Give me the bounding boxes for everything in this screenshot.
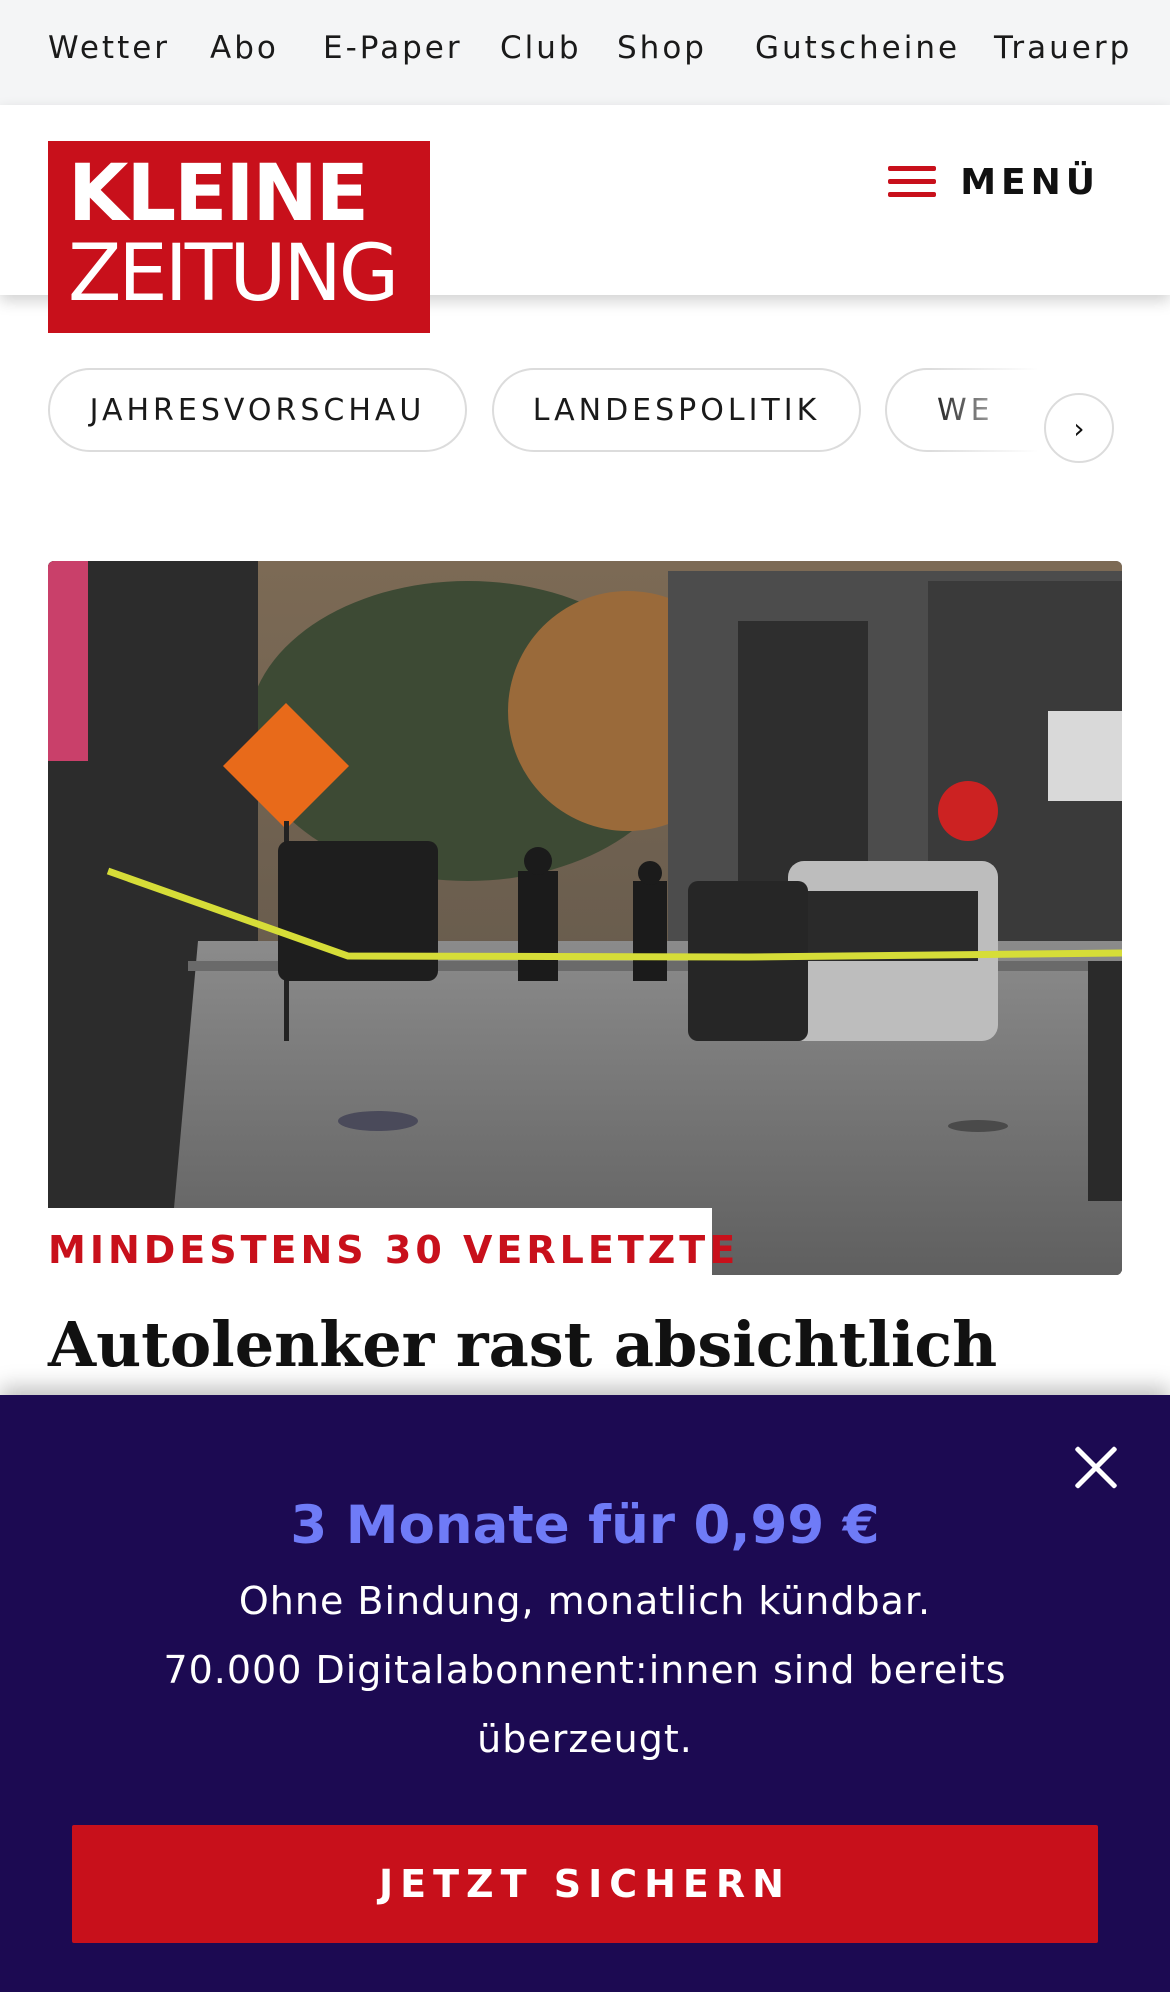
close-button[interactable] bbox=[1072, 1445, 1118, 1491]
topics-next-button[interactable]: › bbox=[1044, 393, 1114, 463]
site-logo[interactable]: KLEINE ZEITUNG bbox=[48, 141, 430, 333]
offer-line-3: überzeugt. bbox=[477, 1717, 693, 1761]
article-headline[interactable]: Autolenker rast absichtlich bbox=[48, 1308, 997, 1381]
service-link-shop[interactable]: Shop bbox=[617, 30, 707, 66]
menu-label: MENÜ bbox=[960, 161, 1100, 203]
chevron-right-icon: › bbox=[1073, 411, 1085, 445]
service-link-gutscheine[interactable]: Gutscheine bbox=[755, 30, 960, 66]
subscribe-button[interactable]: JETZT SICHERN bbox=[72, 1825, 1098, 1943]
service-link-club[interactable]: Club bbox=[500, 30, 582, 66]
offer-line-2: 70.000 Digitalabonnent:innen sind bereit… bbox=[163, 1648, 1007, 1692]
hamburger-icon bbox=[888, 164, 938, 200]
service-link-epaper[interactable]: E-Paper bbox=[323, 30, 463, 66]
article-kicker: MINDESTENS 30 VERLETZTE bbox=[48, 1228, 740, 1272]
menu-button[interactable]: MENÜ bbox=[888, 157, 1100, 207]
offer-line-1: Ohne Bindung, monatlich kündbar. bbox=[238, 1579, 932, 1623]
service-link-abo[interactable]: Abo bbox=[210, 30, 279, 66]
logo-line-kleine: KLEINE bbox=[68, 149, 369, 239]
topic-pill-jahresvorschau[interactable]: JAHRESVORSCHAU bbox=[48, 368, 467, 452]
service-navigation: Wetter Abo E-Paper Club Shop Gutscheine … bbox=[0, 0, 1170, 105]
topic-pill-landespolitik[interactable]: LANDESPOLITIK bbox=[492, 368, 861, 452]
article-hero-image[interactable] bbox=[48, 561, 1122, 1275]
street-scene-image bbox=[48, 561, 1122, 1275]
service-link-wetter[interactable]: Wetter bbox=[48, 30, 170, 66]
offer-title: 3 Monate für 0,99 € bbox=[290, 1495, 880, 1556]
subscription-overlay: 3 Monate für 0,99 € Ohne Bindung, monatl… bbox=[0, 1395, 1170, 1992]
logo-line-zeitung: ZEITUNG bbox=[68, 229, 399, 319]
service-link-trauerportal[interactable]: Trauerp bbox=[994, 30, 1132, 66]
